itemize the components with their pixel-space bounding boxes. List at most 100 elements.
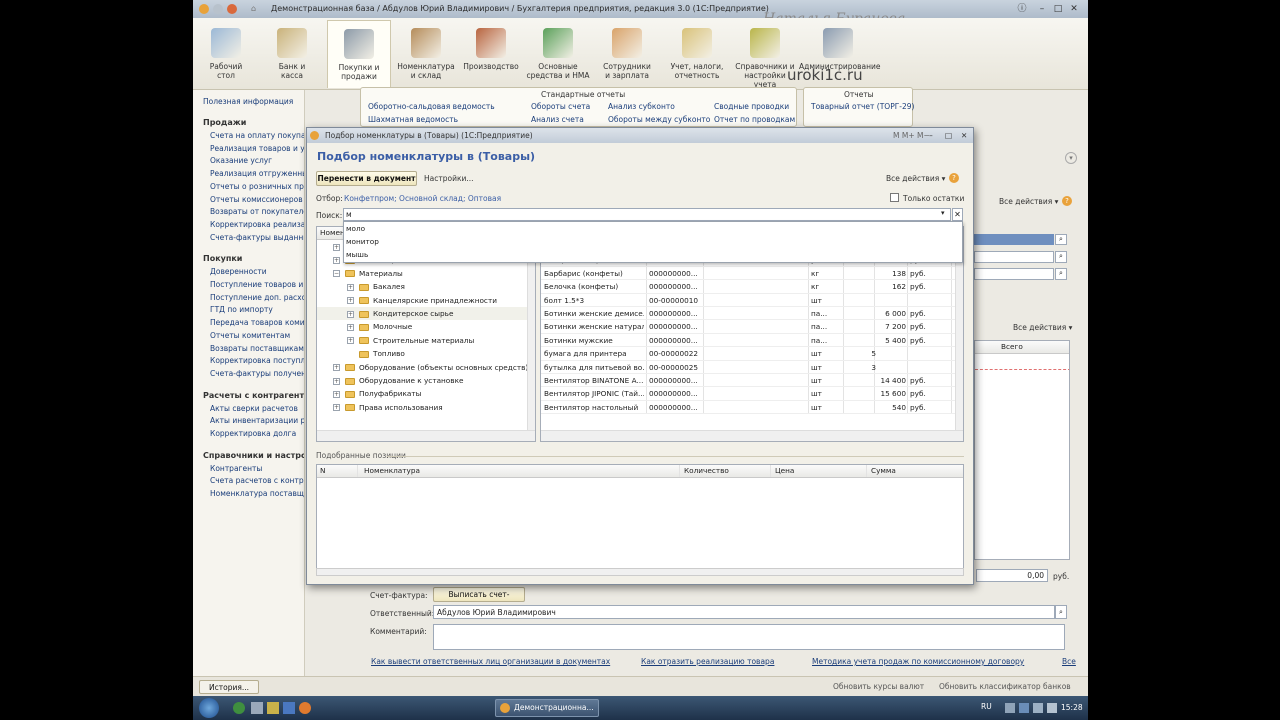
expand-icon[interactable]: + (333, 404, 340, 412)
expand-icon[interactable]: + (347, 283, 354, 291)
expand-icon[interactable]: + (347, 337, 354, 345)
dialog-minimize-button[interactable]: – (929, 128, 933, 143)
settings-link[interactable]: Настройки... (424, 174, 474, 183)
expand-icon[interactable]: + (333, 377, 340, 385)
nav-item[interactable]: Акты сверки расчетов (210, 404, 298, 413)
report-link[interactable]: Сводные проводки (714, 102, 789, 111)
only-stock-checkbox[interactable] (890, 193, 899, 202)
nav-item[interactable]: Отчеты о розничных прода (210, 182, 304, 191)
bg-all-actions-2[interactable]: Все действия ▾ (1013, 323, 1072, 332)
update-classifier-link[interactable]: Обновить классификатор банков (939, 682, 1071, 691)
maximize-button[interactable]: □ (1051, 3, 1065, 15)
search-input[interactable]: м (343, 208, 951, 221)
nav-item[interactable]: Счета расчетов с контраге (210, 476, 304, 485)
tree-row[interactable]: + Кондитерское сырье (317, 307, 527, 321)
report-link[interactable]: Отчет по проводкам (714, 115, 795, 124)
bg-all-actions[interactable]: Все действия ▾ (999, 197, 1058, 206)
tree-row[interactable]: + Строительные материалы (317, 334, 527, 347)
expand-icon[interactable]: + (333, 243, 340, 251)
start-button[interactable] (199, 698, 219, 718)
dialog-all-actions[interactable]: Все действия ▾ (886, 174, 945, 183)
nav-useful-info[interactable]: Полезная информация (203, 97, 293, 106)
search-icon[interactable]: ⌕ (1055, 234, 1067, 245)
nav-item[interactable]: Отчеты комиссионеров о п (210, 195, 304, 204)
expand-icon[interactable]: + (347, 297, 354, 305)
expand-icon[interactable]: + (333, 256, 340, 264)
items-scrollbar[interactable] (955, 240, 963, 430)
item-row[interactable]: бумага для принтера 00-00000022 шт 5 (541, 347, 955, 361)
item-row[interactable]: Ботинки женские демисе... 000000000... па.… (541, 307, 955, 321)
tray-icon[interactable] (1019, 703, 1029, 713)
item-row[interactable]: Ботинки женские натурал... 000000000... па… (541, 320, 955, 334)
taskbar-app-icon[interactable] (267, 702, 279, 714)
tree-row[interactable]: + Оборудование к установке (317, 374, 527, 387)
tree-scrollbar[interactable] (527, 240, 535, 430)
section-desktop-button[interactable]: Рабочий стол (194, 20, 258, 88)
responsible-field[interactable]: Абдулов Юрий Владимирович (433, 605, 1055, 619)
section-accounting-button[interactable]: Учет, налоги, отчетность (663, 20, 731, 88)
selected-h-scrollbar[interactable] (316, 568, 964, 576)
dialog-maximize-button[interactable]: □ (945, 128, 952, 143)
item-row[interactable]: Вентилятор настольный 000000000... шт 540 ру… (541, 400, 955, 415)
section-warehouse-button[interactable]: Номенклатура и склад (393, 20, 459, 88)
tree-row[interactable]: + Права использования (317, 401, 527, 414)
volume-icon[interactable] (1047, 703, 1057, 713)
transfer-to-document-button[interactable]: Перенести в документ (316, 171, 417, 186)
home-icon[interactable]: ⌂ (251, 0, 256, 18)
nav-item[interactable]: Реализация отгруженных (210, 169, 304, 178)
nav-item[interactable]: Счета-фактуры полученны (210, 369, 304, 378)
issue-invoice-button[interactable]: Выписать счет-фактуру (433, 587, 525, 613)
taskbar-app-icon[interactable] (251, 702, 263, 714)
dialog-tools-icon[interactable]: M M+ M− (893, 128, 930, 143)
report-link[interactable]: Товарный отчет (ТОРГ-29) (811, 102, 914, 111)
taskbar-app-icon[interactable] (233, 702, 245, 714)
nav-item[interactable]: Возвраты поставщикам (210, 344, 304, 353)
minimize-button[interactable]: – (1035, 3, 1049, 15)
dialog-close-button[interactable]: ✕ (961, 128, 967, 143)
update-rates-link[interactable]: Обновить курсы валют (833, 682, 924, 691)
nav-item[interactable]: Корректировка реализаци (210, 220, 304, 229)
nav-item[interactable]: Возвраты от покупателей (210, 207, 304, 216)
help-link[interactable]: Как отразить реализацию товара (641, 657, 774, 666)
nav-item[interactable]: Счета на оплату покупател (210, 131, 304, 140)
expand-icon[interactable]: + (333, 364, 340, 372)
nav-item[interactable]: Счета-фактуры выданные (210, 233, 304, 242)
nav-item[interactable]: Номенклатура поставщико (210, 489, 304, 498)
item-row[interactable]: Ботинки мужские 000000000... па... 5 400 руб… (541, 333, 955, 348)
section-purchases-button[interactable]: Покупки и продажи (327, 20, 391, 88)
nav-item[interactable]: Корректировка долга (210, 429, 296, 438)
tree-h-scrollbar[interactable] (317, 430, 535, 441)
taskbar-task-1c[interactable]: Демонстрационна... (495, 699, 599, 717)
help-all-link[interactable]: Все (1062, 657, 1076, 666)
close-button[interactable]: ✕ (1067, 3, 1081, 15)
report-link[interactable]: Оборотно-сальдовая ведомость (368, 102, 495, 111)
nav-item[interactable]: Акты инвентаризации расч (210, 416, 304, 425)
chevron-down-icon[interactable]: ▾ (941, 209, 945, 217)
network-icon[interactable] (1033, 703, 1043, 713)
item-row[interactable]: болт 1.5*3 00-00000010 шт (541, 293, 955, 307)
nav-item[interactable]: Оказание услуг (210, 156, 272, 165)
collapse-icon[interactable]: − (333, 270, 340, 278)
report-link[interactable]: Анализ счета (531, 115, 584, 124)
tray-icon[interactable] (1005, 703, 1015, 713)
menu-icon[interactable] (213, 4, 223, 14)
tree-row[interactable]: + Молочные (317, 320, 527, 333)
suggestion-item[interactable]: мышь (346, 250, 368, 259)
report-link[interactable]: Анализ субконто (608, 102, 675, 111)
info-icon[interactable]: ⓘ (1015, 3, 1029, 15)
report-link[interactable]: Шахматная ведомость (368, 115, 458, 124)
items-h-scrollbar[interactable] (541, 430, 963, 441)
tree-row[interactable]: + Бакалея (317, 280, 527, 293)
item-row[interactable]: Вентилятор JIPONIC (Тай... 000000000... шт… (541, 387, 955, 401)
search-icon[interactable]: ⌕ (1055, 268, 1067, 280)
taskbar-app-icon[interactable] (283, 702, 295, 714)
back-icon[interactable] (227, 4, 237, 14)
history-button[interactable]: История... (199, 680, 259, 694)
filter-value[interactable]: Конфетпром; Основной склад; Оптовая (344, 194, 501, 203)
collapse-panel-icon[interactable]: ▾ (1065, 152, 1077, 164)
nav-item[interactable]: ГТД по импорту (210, 305, 273, 314)
suggestion-item[interactable]: моло (346, 224, 365, 233)
bg-field[interactable] (974, 268, 1054, 280)
clear-search-icon[interactable]: ✕ (952, 208, 963, 221)
report-link[interactable]: Обороты между субконто (608, 115, 710, 124)
